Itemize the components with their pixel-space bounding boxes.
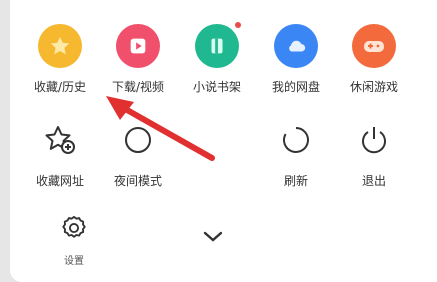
favorites-history-button[interactable]: 收藏/历史 <box>20 24 100 95</box>
settings-label: 设置 <box>64 256 84 267</box>
collapse-button[interactable] <box>203 228 223 247</box>
gamepad-icon <box>352 24 396 68</box>
notification-dot <box>235 22 241 28</box>
star-icon <box>38 24 82 68</box>
chevron-down-icon <box>203 231 223 242</box>
cloud-drive-label: 我的网盘 <box>271 80 320 94</box>
star-add-icon <box>38 118 82 162</box>
book-icon <box>195 22 241 68</box>
downloads-videos-button[interactable]: 下载/视频 <box>98 24 178 95</box>
power-icon <box>352 118 396 162</box>
overlay-block-bottom <box>222 212 437 282</box>
gear-icon <box>60 214 88 246</box>
refresh-label: 刷新 <box>283 174 308 188</box>
night-mode-label: 夜间模式 <box>113 174 162 188</box>
casual-games-button[interactable]: 休闲游戏 <box>334 24 414 95</box>
novel-bookshelf-button[interactable]: 小说书架 <box>177 22 257 95</box>
bookmark-url-label: 收藏网址 <box>35 174 84 188</box>
casual-games-label: 休闲游戏 <box>349 80 398 94</box>
bookmark-url-button[interactable]: 收藏网址 <box>20 118 100 189</box>
annotation-arrow <box>106 96 215 161</box>
play-icon <box>116 24 160 68</box>
refresh-icon <box>274 118 318 162</box>
favorites-history-label: 收藏/历史 <box>33 80 87 94</box>
cloud-icon <box>274 24 318 68</box>
cloud-drive-button[interactable]: 我的网盘 <box>256 24 336 95</box>
settings-button[interactable]: 设置 <box>34 214 114 267</box>
exit-button[interactable]: 退出 <box>334 118 414 189</box>
exit-label: 退出 <box>361 174 386 188</box>
